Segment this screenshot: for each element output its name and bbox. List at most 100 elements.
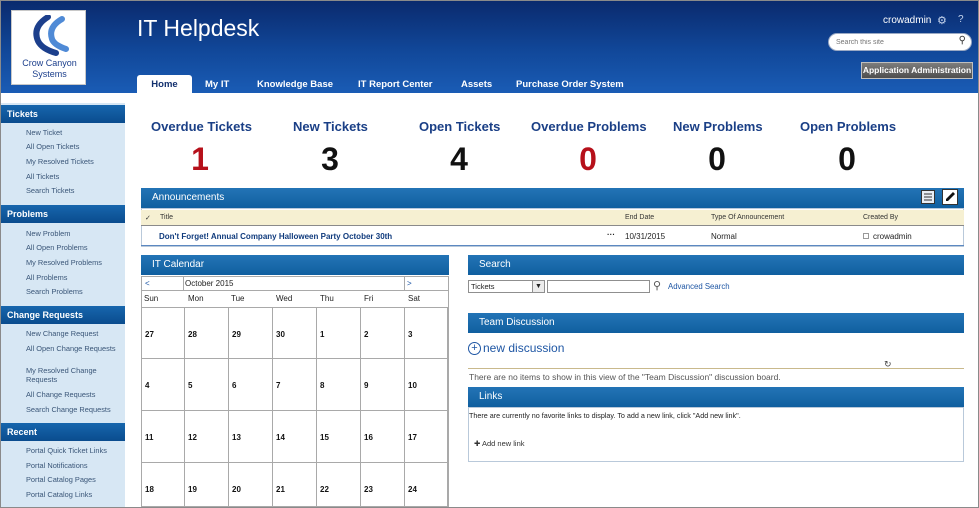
sidebar-item-all-change-requests[interactable]: All Change Requests [26,390,122,399]
kpi-label-overdue-problems[interactable]: Overdue Problems [531,119,647,134]
list-view-icon[interactable] [921,190,935,204]
search-scope-select[interactable]: Tickets ▼ [468,280,545,293]
calendar-day-cell[interactable]: 27 [141,307,185,359]
calendar-day-cell[interactable]: 11 [141,411,185,463]
advanced-search-link[interactable]: Advanced Search [668,282,730,291]
announcement-created-by[interactable]: crowadmin [873,232,912,241]
sidebar-item-portal-notifications[interactable]: Portal Notifications [26,461,122,470]
sidebar-item-search-tickets[interactable]: Search Tickets [26,186,122,195]
add-new-link[interactable]: ✚ Add new link [474,439,525,448]
search-icon[interactable]: ⚲ [959,35,966,46]
sidebar-item-portal-quick-ticket-links[interactable]: Portal Quick Ticket Links [26,446,122,455]
sidebar-item-all-open-tickets[interactable]: All Open Tickets [26,142,122,151]
calendar-day-cell[interactable]: 4 [141,359,185,411]
column-created-by[interactable]: Created By [863,214,898,221]
calendar-day-cell[interactable]: 5 [185,359,229,411]
calendar-day-cell[interactable]: 15 [317,411,361,463]
search-query-input[interactable] [547,280,650,293]
calendar-day-cell[interactable]: 8 [317,359,361,411]
calendar-day-cell[interactable]: 21 [273,463,317,507]
team-discussion-title[interactable]: Team Discussion [479,317,555,328]
tab-my-it[interactable]: My IT [205,75,229,94]
sidebar-item-all-open-change-requests[interactable]: All Open Change Requests [26,344,122,353]
kpi-label-new-tickets[interactable]: New Tickets [293,119,368,134]
kpi-label-open-problems[interactable]: Open Problems [800,119,896,134]
select-all-checkmark-icon[interactable]: ✓ [145,214,151,222]
kpi-value-open-problems[interactable]: 0 [827,141,867,177]
sidebar-item-my-resolved-change-requests[interactable]: My Resolved Change Requests [26,366,122,384]
user-menu[interactable]: crowadmin [883,15,931,26]
announcement-title-link[interactable]: Don't Forget! Annual Company Halloween P… [159,232,392,241]
calendar-title[interactable]: IT Calendar [152,259,204,270]
calendar-day-cell[interactable]: 30 [273,307,317,359]
calendar-next-month[interactable]: > [407,279,412,288]
site-search-input[interactable] [834,36,954,48]
kpi-label-open-tickets[interactable]: Open Tickets [419,119,500,134]
search-title[interactable]: Search [479,259,511,270]
tab-assets[interactable]: Assets [461,75,492,94]
calendar-day-cell[interactable]: 22 [317,463,361,507]
help-icon[interactable]: ? [958,14,964,25]
calendar-day-cell[interactable]: 18 [141,463,185,507]
sidebar-item-all-problems[interactable]: All Problems [26,273,122,282]
calendar-day-cell[interactable]: 23 [361,463,405,507]
calendar-day-cell[interactable]: 10 [405,359,448,411]
calendar-day-cell[interactable]: 17 [405,411,448,463]
column-type-of-announcement[interactable]: Type Of Announcement [711,214,784,221]
announcements-title[interactable]: Announcements [152,192,224,203]
more-options-icon[interactable]: ··· [607,230,615,239]
sidebar-item-search-change-requests[interactable]: Search Change Requests [26,405,122,414]
calendar-day-cell[interactable]: 12 [185,411,229,463]
calendar-day-cell[interactable]: 9 [361,359,405,411]
kpi-label-new-problems[interactable]: New Problems [673,119,763,134]
sidebar-item-my-resolved-tickets[interactable]: My Resolved Tickets [26,157,122,166]
tab-purchase-order-system[interactable]: Purchase Order System [516,75,624,94]
calendar-day-cell[interactable]: 24 [405,463,448,507]
calendar-day-cell[interactable]: 29 [229,307,273,359]
chevron-down-icon[interactable]: ▼ [532,281,544,292]
sidebar-item-search-problems[interactable]: Search Problems [26,287,122,296]
sidebar-heading-recent[interactable]: Recent [1,423,125,441]
sidebar-heading-change-requests[interactable]: Change Requests [1,306,125,324]
sidebar-item-my-resolved-problems[interactable]: My Resolved Problems [26,258,122,267]
column-title[interactable]: Title [160,214,173,221]
sidebar-item-new-ticket[interactable]: New Ticket [26,128,122,137]
calendar-day-cell[interactable]: 13 [229,411,273,463]
calendar-day-cell[interactable]: 19 [185,463,229,507]
calendar-day-cell[interactable]: 7 [273,359,317,411]
calendar-day-cell[interactable]: 28 [185,307,229,359]
kpi-label-overdue-tickets[interactable]: Overdue Tickets [151,119,252,134]
sidebar-item-all-open-problems[interactable]: All Open Problems [26,243,122,252]
tab-home[interactable]: Home [137,75,192,94]
calendar-day-cell[interactable]: 20 [229,463,273,507]
sidebar-item-all-tickets[interactable]: All Tickets [26,172,122,181]
calendar-day-cell[interactable]: 14 [273,411,317,463]
company-logo[interactable]: Crow Canyon Systems [11,10,86,85]
gear-icon[interactable]: ⚙ [937,14,947,27]
calendar-day-cell[interactable]: 3 [405,307,448,359]
kpi-value-overdue-problems[interactable]: 0 [568,141,608,177]
kpi-value-open-tickets[interactable]: 4 [439,141,479,177]
search-icon[interactable]: ⚲ [653,279,661,292]
sidebar-item-portal-catalog-links[interactable]: Portal Catalog Links [26,490,122,499]
calendar-day-cell[interactable]: 6 [229,359,273,411]
application-administration-button[interactable]: Application Administration [861,62,973,79]
sidebar-item-new-problem[interactable]: New Problem [26,229,122,238]
calendar-prev-month[interactable]: < [145,279,150,288]
new-discussion-link[interactable]: new discussion [483,341,564,355]
kpi-value-overdue-tickets[interactable]: 1 [180,141,220,177]
calendar-day-cell[interactable]: 2 [361,307,405,359]
column-end-date[interactable]: End Date [625,214,654,221]
sidebar-item-new-change-request[interactable]: New Change Request [26,329,122,338]
calendar-day-cell[interactable]: 1 [317,307,361,359]
tab-knowledge-base[interactable]: Knowledge Base [257,75,333,94]
kpi-value-new-tickets[interactable]: 3 [310,141,350,177]
plus-circle-icon[interactable]: + [468,342,481,355]
sidebar-item-portal-catalog-pages[interactable]: Portal Catalog Pages [26,475,122,484]
links-title[interactable]: Links [479,391,502,402]
tab-it-report-center[interactable]: IT Report Center [358,75,432,94]
kpi-value-new-problems[interactable]: 0 [697,141,737,177]
sidebar-heading-problems[interactable]: Problems [1,205,125,223]
edit-icon[interactable] [942,189,958,205]
calendar-day-cell[interactable]: 16 [361,411,405,463]
